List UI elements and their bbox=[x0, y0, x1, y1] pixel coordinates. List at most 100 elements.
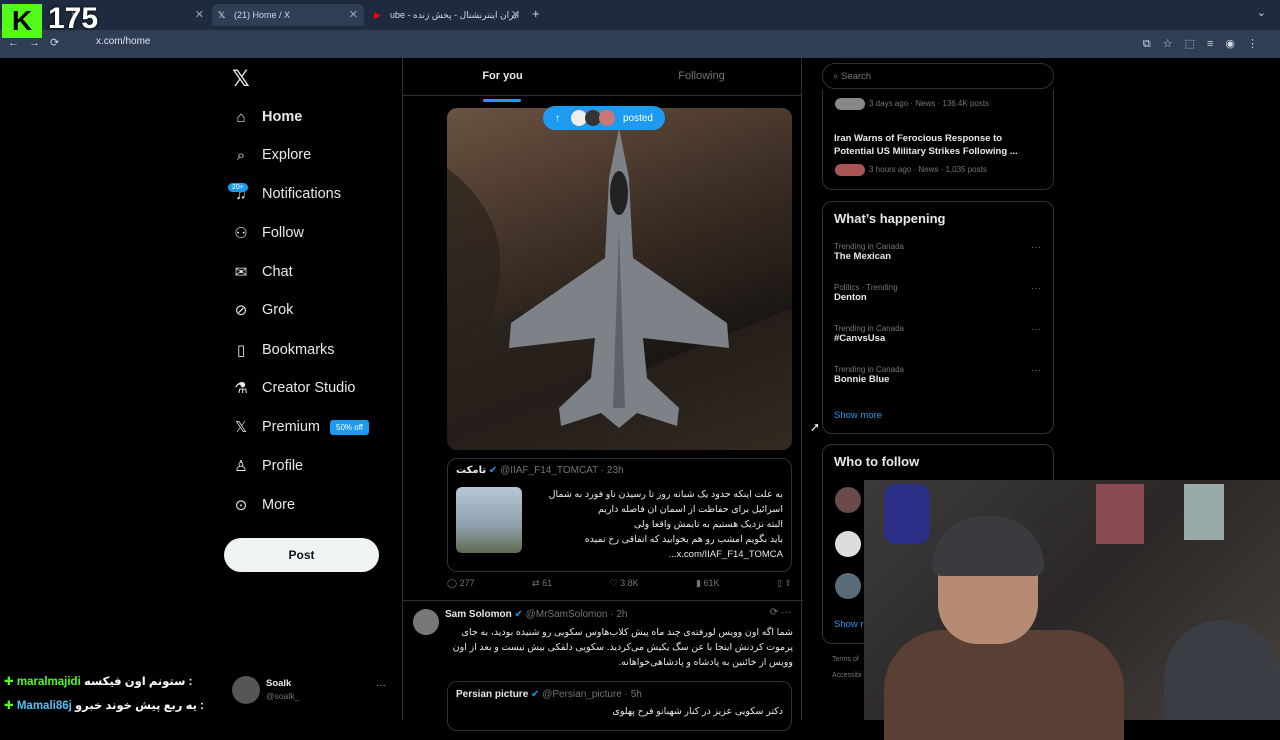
sidebar-item-profile[interactable]: ♙ Profile bbox=[230, 453, 303, 479]
post-button[interactable]: Post bbox=[224, 538, 379, 572]
like-button[interactable]: ♡ 3.8K bbox=[610, 578, 639, 589]
trend-title: #CanvsUsa bbox=[834, 333, 886, 344]
viewer-count: 175 bbox=[48, 2, 99, 35]
url-field[interactable]: x.com/home bbox=[96, 36, 150, 47]
x-logo-icon[interactable]: 𝕏 bbox=[232, 66, 250, 92]
more-icon[interactable]: ··· bbox=[1031, 324, 1041, 335]
trend-item[interactable]: Trending in Canada #CanvsUsa bbox=[834, 324, 904, 344]
trend-meta: Trending in Canada bbox=[834, 324, 904, 333]
chat-message: ✚ Mamali86j : یه ربع پیش خوند خبرو bbox=[4, 698, 204, 712]
chat-text: : ستونم اون فیکسه bbox=[83, 676, 193, 688]
terms-link[interactable]: Terms of bbox=[832, 656, 859, 663]
chat-message: ✚ maralmajidi : ستونم اون فیکسه bbox=[4, 674, 192, 688]
mouse-cursor-icon: ➚ bbox=[810, 420, 821, 434]
post-image[interactable] bbox=[447, 108, 792, 450]
close-icon[interactable]: ✕ bbox=[511, 8, 520, 21]
trend-item[interactable]: Trending in Canada The Mexican bbox=[834, 242, 904, 262]
sidebar-item-label: Grok bbox=[262, 302, 294, 318]
tab-x-home[interactable]: 𝕏 (21) Home / X ✕ bbox=[212, 4, 364, 26]
quote-thumbnail bbox=[456, 487, 522, 553]
more-icon[interactable]: ⟳ ··· bbox=[770, 607, 791, 618]
sidebar-item-explore[interactable]: ⌕ Explore bbox=[230, 142, 311, 168]
chat-username: Mamali86j bbox=[16, 700, 72, 712]
search-placeholder: Search bbox=[840, 71, 872, 82]
sidebar-item-label: Chat bbox=[262, 264, 293, 280]
trend-item[interactable]: Trending in Canada Bonnie Blue bbox=[834, 365, 904, 385]
close-icon[interactable]: ✕ bbox=[195, 8, 204, 21]
tab-youtube[interactable]: ▶ ube - ایران اینترنشنال - پخش زنده ✕ bbox=[368, 4, 526, 26]
reply-count: 277 bbox=[459, 578, 475, 588]
tweet-line: پرموت کردنش اینجا با عن سگ یکیش می‌کردید… bbox=[452, 642, 793, 653]
avatar[interactable] bbox=[835, 573, 861, 599]
sidebar-item-label: Home bbox=[262, 109, 303, 125]
avatar[interactable] bbox=[413, 609, 439, 635]
poster-image bbox=[1184, 484, 1224, 540]
user-icon: ♙ bbox=[234, 458, 248, 475]
sidebar-item-more[interactable]: ⊙ More bbox=[230, 492, 295, 518]
toolbar-icons[interactable]: ⧉☆⬚≡◉⋮ bbox=[1143, 37, 1270, 51]
quote-handle: @Persian_picture · 5h bbox=[542, 689, 642, 700]
show-more-link[interactable]: Show more bbox=[834, 410, 882, 421]
chart-icon: ▮ bbox=[696, 578, 702, 588]
search-input[interactable]: ⌕ Search bbox=[822, 63, 1054, 89]
tweet-author[interactable]: Sam Solomon bbox=[445, 609, 512, 620]
account-switcher[interactable]: Soalk @soalk_ ··· bbox=[232, 676, 386, 704]
streamer-body bbox=[884, 630, 1124, 740]
sidebar-item-label: More bbox=[262, 497, 296, 513]
news-item[interactable]: 3 days ago · News · 136.4K posts bbox=[835, 98, 989, 110]
heart-icon: ♡ bbox=[609, 578, 618, 588]
feed-tabs: For you Following bbox=[403, 58, 801, 102]
bookmark-icon: ▯ bbox=[236, 342, 246, 359]
quote-line: اسرائیل برای حفاظت از اسمان ان فاصله دار… bbox=[597, 504, 783, 515]
sidebar-item-bookmarks[interactable]: ▯ Bookmarks bbox=[230, 337, 335, 363]
news-title[interactable]: Iran Warns of Ferocious Response to Pote… bbox=[834, 132, 1034, 158]
trend-title: The Mexican bbox=[834, 251, 892, 262]
repost-icon: ⇄ bbox=[532, 578, 540, 588]
chevron-down-icon[interactable]: ⌄ bbox=[1257, 6, 1266, 19]
accessibility-link[interactable]: Accessibi bbox=[832, 672, 862, 679]
quote-header: تامکت ✔ @IIAF_F14_TOMCAT · 23h bbox=[456, 465, 624, 476]
tab-for-you[interactable]: For you bbox=[403, 58, 602, 102]
quoted-tweet[interactable]: Persian picture ✔ @Persian_picture · 5h … bbox=[447, 681, 792, 731]
account-handle: @soalk_ bbox=[266, 691, 300, 701]
tab-following[interactable]: Following bbox=[602, 58, 801, 95]
close-icon[interactable]: ✕ bbox=[349, 8, 358, 21]
sidebar-item-premium[interactable]: 𝕏 Premium 50% off bbox=[230, 414, 369, 440]
avatar[interactable] bbox=[835, 531, 861, 557]
x-logo-icon: 𝕏 bbox=[234, 419, 248, 436]
show-more-link[interactable]: Show r bbox=[834, 619, 864, 630]
more-icon[interactable]: ··· bbox=[1031, 365, 1041, 376]
sidebar-item-follow[interactable]: ⚇ Follow bbox=[230, 220, 304, 246]
tweet[interactable]: Sam Solomon ✔ @MrSamSolomon · 2h ⟳ ··· ش… bbox=[403, 600, 803, 731]
repost-button[interactable]: ⇄ 61 bbox=[532, 578, 552, 589]
views-button[interactable]: ▮ 61K bbox=[696, 578, 719, 589]
kick-logo: K bbox=[2, 4, 42, 38]
more-icon[interactable]: ··· bbox=[1031, 283, 1041, 294]
posted-pill-button[interactable]: ↑ posted bbox=[543, 106, 665, 130]
new-tab-icon[interactable]: + bbox=[532, 6, 540, 21]
more-icon[interactable]: ··· bbox=[376, 680, 386, 691]
sidebar-item-chat[interactable]: ✉ Chat bbox=[230, 259, 293, 285]
arrow-up-icon: ↑ bbox=[555, 112, 560, 124]
add-user-icon: ⚇ bbox=[234, 225, 248, 242]
more-icon[interactable]: ··· bbox=[1031, 242, 1041, 253]
more-circle-icon: ⊙ bbox=[234, 497, 248, 514]
quote-handle: @IIAF_F14_TOMCAT · 23h bbox=[500, 465, 624, 476]
trend-meta: Trending in Canada bbox=[834, 365, 904, 374]
news-meta: 3 days ago · News · 136.4K posts bbox=[869, 99, 990, 109]
trend-item[interactable]: Politics · Trending Denton bbox=[834, 283, 898, 303]
avatar[interactable] bbox=[835, 487, 861, 513]
reply-button[interactable]: ◯ 277 bbox=[447, 578, 475, 589]
tweet-line: شما اگه اون وویس لورفته‌ی چند ماه پیش کل… bbox=[461, 627, 793, 638]
avatar bbox=[599, 110, 615, 126]
bookmark-button[interactable]: ▯ ⇪ bbox=[777, 578, 792, 589]
sidebar-item-home[interactable]: ⌂ Home bbox=[230, 104, 302, 130]
plus-icon: ✚ bbox=[4, 676, 14, 688]
youtube-favicon-icon: ▶ bbox=[374, 9, 381, 20]
quoted-tweet[interactable]: تامکت ✔ @IIAF_F14_TOMCAT · 23h به علت ای… bbox=[447, 458, 792, 572]
sidebar-item-creator-studio[interactable]: ⚗ Creator Studio bbox=[230, 375, 355, 401]
sidebar-item-grok[interactable]: ⊘ Grok bbox=[230, 297, 294, 323]
premium-discount-badge: 50% off bbox=[330, 419, 369, 435]
news-meta: 3 hours ago · News · 1,035 posts bbox=[869, 165, 987, 175]
chat-username: maralmajidi bbox=[16, 676, 81, 688]
